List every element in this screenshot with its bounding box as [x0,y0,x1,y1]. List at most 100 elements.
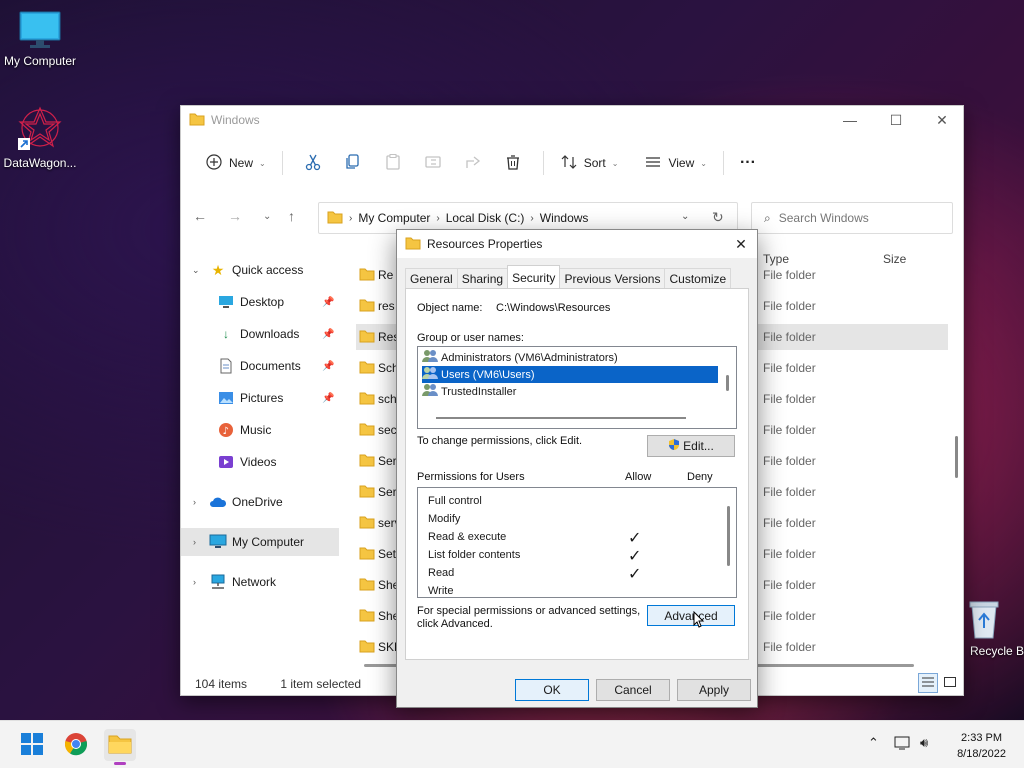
deny-column-label: Deny [687,471,713,483]
delete-button[interactable] [499,147,527,179]
refresh-icon[interactable]: ↻ [712,209,724,226]
tab-general[interactable]: General [405,268,458,288]
pin-icon[interactable]: 📌 [322,361,334,372]
tab-previous-versions[interactable]: Previous Versions [559,268,666,288]
up-button[interactable]: ↑ [288,208,295,224]
sidebar-item-onedrive[interactable]: › OneDrive [181,488,339,516]
file-list-scrollbar[interactable] [955,436,958,478]
breadcrumb-my-computer[interactable]: My Computer [358,211,430,225]
folder-icon [359,298,375,315]
sidebar-item-downloads[interactable]: ↓ Downloads 📌 [181,320,339,348]
rename-button[interactable] [419,147,447,179]
apply-button[interactable]: Apply [677,679,751,701]
chevron-down-icon[interactable]: ⌄ [681,211,689,222]
sort-button[interactable]: Sort ⌄ [554,147,625,179]
share-button[interactable] [459,147,487,179]
desktop-icon-my-computer[interactable]: My Computer [0,10,80,68]
user-group-icon [422,349,438,366]
pin-icon[interactable]: 📌 [322,393,334,404]
dialog-titlebar[interactable]: Resources Properties [397,230,757,258]
dialog-tabs: General Sharing Security Previous Versio… [405,265,732,288]
pin-icon[interactable]: 📌 [322,329,334,340]
chevron-right-icon: › [193,497,196,507]
sidebar-item-network[interactable]: › Network [181,568,339,596]
permissions-list[interactable]: Full control Modify Read & execute ✓ List fo… [417,487,737,598]
new-button[interactable]: New ⌄ [199,147,272,179]
file-explorer-taskbar-button[interactable] [104,729,136,765]
breadcrumb-local-disk[interactable]: Local Disk (C:) [446,211,525,225]
search-box[interactable]: ⌕ Search Windows [751,202,953,234]
edit-button[interactable]: Edit... [647,435,735,457]
start-button[interactable] [16,729,48,761]
file-type: File folder [763,361,816,375]
user-list-hscrollbar[interactable] [436,417,686,419]
allow-column-label: Allow [625,471,652,483]
permission-row: List folder contents ✓ [428,546,728,565]
back-button[interactable]: ← [193,208,207,224]
dialog-title: Resources Properties [427,237,543,251]
cut-button[interactable] [299,147,327,179]
toolbar-divider [542,151,544,175]
breadcrumb-windows[interactable]: Windows [540,211,589,225]
tab-customize[interactable]: Customize [664,268,732,288]
volume-tray-icon[interactable]: 🔊︎ [920,735,928,751]
advanced-button[interactable]: Advanced [647,605,735,626]
minimize-button[interactable]: — [827,106,873,134]
item-count: 104 items [195,677,248,691]
show-hidden-icons-button[interactable]: ⌃ [868,735,879,751]
taskbar-clock[interactable]: 2:33 PM 8/18/2022 [957,730,1006,762]
toolbar-divider [281,151,283,175]
security-panel: Object name: C:\Windows\Resources Group … [405,288,749,660]
forward-button[interactable]: → [228,208,242,224]
file-name: Serv [378,485,396,499]
sidebar-item-label: OneDrive [232,495,283,509]
tab-security[interactable]: Security [507,265,561,288]
sidebar-item-videos[interactable]: Videos [181,448,339,476]
mouse-cursor-icon [693,610,705,632]
user-list[interactable]: Administrators (VM6\Administrators) User… [417,346,737,429]
folder-icon [359,453,375,470]
folder-icon [359,360,375,377]
recent-locations-button[interactable]: ⌄ [263,211,271,222]
tiles-view-button[interactable] [940,673,960,693]
folder-icon [359,577,375,594]
computer-icon [209,533,227,551]
user-list-scrollbar[interactable] [726,375,729,391]
paste-button[interactable] [379,147,407,179]
user-item-administrators[interactable]: Administrators (VM6\Administrators) [422,349,718,366]
file-type: File folder [763,640,816,654]
view-button[interactable]: View ⌄ [638,147,713,179]
apply-button-label: Apply [698,683,730,697]
file-explorer-icon [108,733,132,758]
sidebar-item-desktop[interactable]: Desktop 📌 [181,288,339,316]
datawagon-shortcut-icon [0,106,80,152]
folder-icon [359,546,375,563]
network-tray-icon[interactable] [894,735,912,754]
sidebar-item-pictures[interactable]: Pictures 📌 [181,384,339,412]
sidebar-item-label: Downloads [240,327,300,341]
sidebar-item-quick-access[interactable]: ⌄ ★ Quick access [181,256,339,284]
dialog-close-button[interactable]: ✕ [731,234,751,254]
sidebar-item-music[interactable]: ♪ Music [181,416,339,444]
close-button[interactable]: ✕ [919,106,965,134]
details-view-button[interactable] [918,673,938,693]
network-icon [209,573,227,591]
change-permissions-text: To change permissions, click Edit. [417,435,583,447]
pin-icon[interactable]: 📌 [322,297,334,308]
tab-sharing[interactable]: Sharing [456,268,509,288]
user-item-trustedinstaller[interactable]: TrustedInstaller [422,383,718,400]
ok-button[interactable]: OK [515,679,589,701]
sidebar-item-my-computer[interactable]: › My Computer [181,528,339,556]
maximize-button[interactable]: ☐ [873,106,919,134]
user-item-users[interactable]: Users (VM6\Users) [422,366,718,383]
folder-icon [359,608,375,625]
chrome-taskbar-button[interactable] [60,729,92,761]
copy-button[interactable] [339,147,367,179]
file-type: File folder [763,609,816,623]
more-options-button[interactable]: ··· [734,147,762,179]
desktop-icon-datawagon[interactable]: DataWagon... [0,106,80,170]
cancel-button[interactable]: Cancel [596,679,670,701]
sidebar-item-documents[interactable]: Documents 📌 [181,352,339,380]
permission-name: Modify [428,513,461,525]
sidebar-item-label: Pictures [240,391,284,405]
